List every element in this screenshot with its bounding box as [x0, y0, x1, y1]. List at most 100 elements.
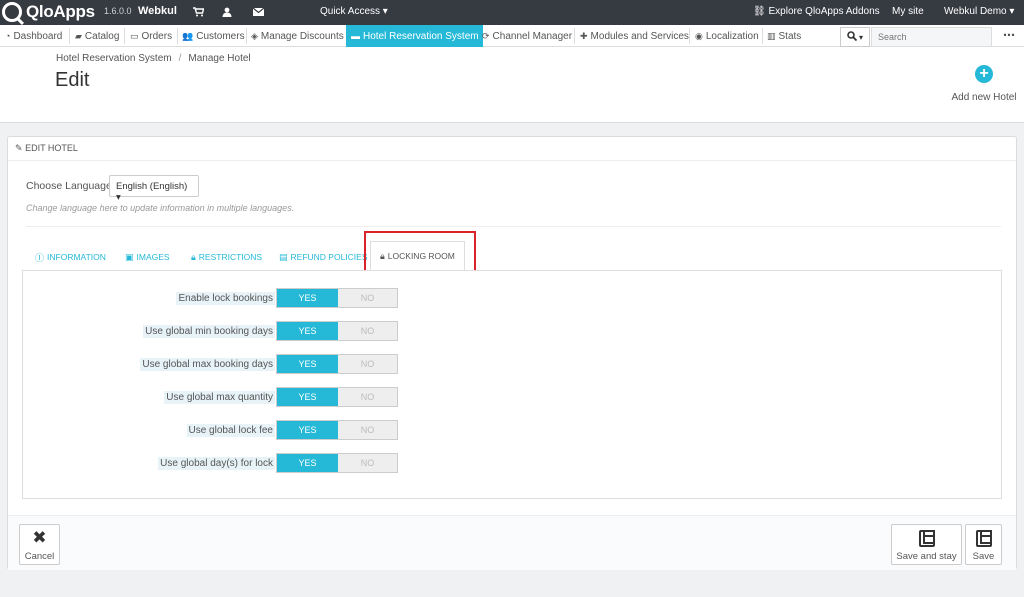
save-label: Save [972, 551, 995, 562]
explore-addons-label: Explore QloApps Addons [768, 6, 880, 17]
field-label: Use global max booking days [140, 358, 275, 371]
plus-circle-icon: + [975, 65, 993, 83]
search-filter-button[interactable]: ▾ [840, 27, 870, 47]
shop-name[interactable]: Webkul [138, 5, 177, 17]
cancel-label: Cancel [24, 551, 55, 562]
panel-footer: ✖ Cancel Save and stay Save [8, 515, 1016, 570]
switch-no[interactable]: NO [338, 421, 397, 439]
refresh-icon: ⟳ [482, 30, 490, 41]
switch-no[interactable]: NO [338, 289, 397, 307]
global-lock-fee-switch[interactable]: YES NO [276, 420, 398, 440]
enable-lock-bookings-switch[interactable]: YES NO [276, 288, 398, 308]
explore-addons-link[interactable]: ⛓ Explore QloApps Addons [753, 6, 880, 17]
field-label: Use global lock fee [186, 424, 275, 437]
qloapps-logo[interactable]: QloApps [2, 2, 95, 22]
bar-chart-icon: ▥ [767, 30, 776, 41]
tab-label: INFORMATION [47, 252, 106, 262]
envelope-icon[interactable] [251, 5, 265, 19]
switch-no[interactable]: NO [338, 454, 397, 472]
switch-no[interactable]: NO [338, 388, 397, 406]
switch-yes[interactable]: YES [277, 388, 338, 406]
switch-no[interactable]: NO [338, 322, 397, 340]
nav-item-hotel-reservation-system[interactable]: ▬ Hotel Reservation System [346, 25, 483, 47]
tab-information[interactable]: ⓘ INFORMATION [32, 243, 109, 271]
more-menu-icon[interactable]: ⋯ [1003, 28, 1015, 42]
nav-item-channel-manager[interactable]: ⟳ Channel Manager [477, 25, 576, 47]
switch-yes[interactable]: YES [277, 421, 338, 439]
switch-yes[interactable]: YES [277, 289, 338, 307]
tab-label: IMAGES [136, 252, 170, 262]
logo-text: QloApps [26, 2, 95, 21]
form-row-global-days-for-lock: Use global day(s) for lock YES NO [23, 453, 1003, 475]
user-menu-dropdown[interactable]: Webkul Demo ▾ [944, 6, 1014, 17]
global-min-booking-days-switch[interactable]: YES NO [276, 321, 398, 341]
quick-access-dropdown[interactable]: Quick Access ▾ [320, 6, 388, 17]
tab-refund-policies[interactable]: ▤ REFUND POLICIES [276, 243, 371, 271]
floppy-disk-icon [918, 530, 935, 547]
nav-item-stats[interactable]: ▥ Stats [762, 25, 805, 47]
nav-label: Stats [778, 30, 802, 42]
global-max-quantity-switch[interactable]: YES NO [276, 387, 398, 407]
add-new-hotel-button[interactable]: + Add new Hotel [948, 65, 1020, 103]
my-site-link[interactable]: My site [892, 6, 924, 17]
switch-yes[interactable]: YES [277, 454, 338, 472]
nav-label: Channel Manager [492, 30, 573, 42]
users-icon: 👥 [182, 30, 194, 41]
choose-language-label: Choose Language [26, 180, 112, 192]
form-row-global-max-quantity: Use global max quantity YES NO [23, 387, 1003, 409]
page-title: Edit [55, 69, 90, 91]
tab-images[interactable]: ▣ IMAGES [122, 243, 173, 271]
nav-label: Localization [705, 30, 759, 42]
image-icon: ▣ [125, 251, 134, 262]
switch-yes[interactable]: YES [277, 322, 338, 340]
nav-item-localization[interactable]: ◉ Localization [690, 25, 763, 47]
nav-label: Hotel Reservation System [363, 30, 479, 42]
tab-label: RESTRICTIONS [198, 252, 263, 262]
caret-down-icon: ▾ [858, 32, 863, 42]
nav-item-catalog[interactable]: ▰ Catalog [70, 25, 123, 47]
nav-item-manage-discounts[interactable]: ◈ Manage Discounts [246, 25, 348, 47]
edit-hotel-panel: ✎ EDIT HOTEL Choose Language English (En… [7, 136, 1017, 570]
nav-item-dashboard[interactable]: ◔ Dashboard [0, 25, 66, 47]
global-days-for-lock-switch[interactable]: YES NO [276, 453, 398, 473]
credit-card-icon: ▭ [130, 30, 139, 41]
breadcrumb-item[interactable]: Manage Hotel [188, 53, 250, 64]
info-icon: ⓘ [35, 252, 45, 263]
global-max-booking-days-switch[interactable]: YES NO [276, 354, 398, 374]
breadcrumb-item[interactable]: Hotel Reservation System [56, 53, 172, 64]
tab-restrictions[interactable]: 🔒︎ RESTRICTIONS [188, 243, 265, 271]
cancel-button[interactable]: ✖ Cancel [19, 524, 60, 565]
save-and-stay-label: Save and stay [896, 551, 957, 562]
nav-label: Orders [141, 30, 173, 42]
cart-icon[interactable] [191, 5, 205, 19]
close-icon: ✖ [32, 528, 47, 547]
file-icon: ▤ [279, 251, 288, 262]
language-help-text: Change language here to update informati… [26, 203, 295, 213]
logo-icon [2, 2, 22, 22]
nav-item-orders[interactable]: ▭ Orders [125, 25, 176, 47]
dashboard-icon: ◔ [5, 31, 11, 41]
pencil-icon: ✎ [15, 143, 23, 153]
nav-item-customers[interactable]: 👥 Customers [177, 25, 249, 47]
nav-item-modules-and-services[interactable]: ✚ Modules and Services [575, 25, 693, 47]
language-select[interactable]: English (English) ▾ [109, 175, 199, 203]
panel-heading: ✎ EDIT HOTEL [8, 137, 1016, 161]
nav-label: Dashboard [13, 30, 63, 42]
nav-label: Manage Discounts [260, 30, 344, 42]
form-row-global-max-booking-days: Use global max booking days YES NO [23, 354, 1003, 376]
floppy-disk-icon [975, 530, 992, 547]
field-label: Use global day(s) for lock [158, 457, 275, 470]
search-input[interactable] [871, 27, 992, 47]
breadcrumb: Hotel Reservation System / Manage Hotel [56, 53, 251, 64]
save-button[interactable]: Save [965, 524, 1002, 565]
page-header: Hotel Reservation System / Manage Hotel Ed… [0, 47, 1024, 123]
switch-no[interactable]: NO [338, 355, 397, 373]
user-icon[interactable] [220, 5, 234, 19]
save-and-stay-button[interactable]: Save and stay [891, 524, 962, 565]
switch-yes[interactable]: YES [277, 355, 338, 373]
divider [26, 226, 1001, 227]
locking-room-tab-content: Enable lock bookings YES NO Use global m… [22, 270, 1002, 499]
link-icon: ⛓ [753, 6, 769, 17]
field-label: Use global min booking days [143, 325, 275, 338]
field-label: Use global max quantity [164, 391, 275, 404]
